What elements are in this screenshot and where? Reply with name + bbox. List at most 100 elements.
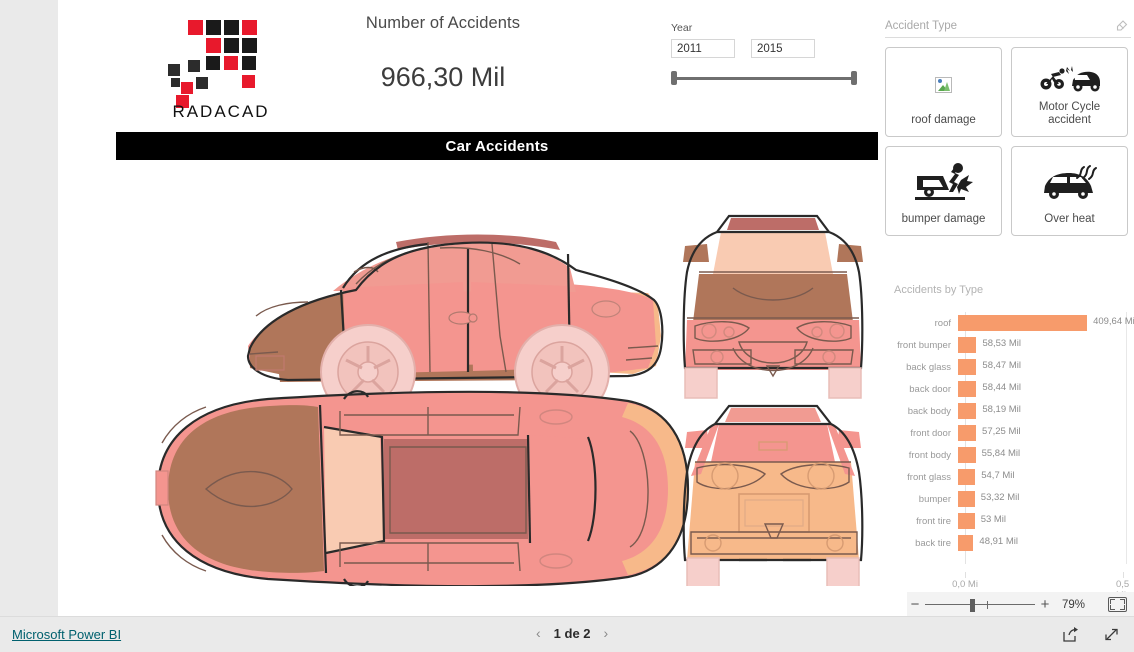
chart-bar-value: 58,19 Mil [982,404,1021,415]
tile-label: bumper damage [901,213,986,225]
car-views-svg: .ol{stroke:#2a2a2a;stroke-width:2.2;fill… [155,214,864,591]
slider-handle-min[interactable] [671,71,677,85]
kpi-value: 966,30 Mil [380,62,506,92]
chart-bar-row[interactable]: roof 409,64 Mil [894,312,1134,334]
chart-bar-track: 55,84 Mil [958,444,1132,466]
chart-bar[interactable] [958,425,977,441]
slider-handle-max[interactable] [851,71,857,85]
chart-bar[interactable] [958,469,976,485]
page-indicator: 1 de 2 [553,625,591,641]
chevron-left-icon[interactable]: ‹ [536,625,541,641]
zoom-slider-notch [987,600,988,609]
tile-bumper-damage[interactable]: bumper damage [885,146,1002,236]
accident-type-title: Accident Type [885,20,958,32]
bumper-crash-icon [890,155,997,213]
logo-mark [126,12,316,108]
chart-bar[interactable] [958,381,977,397]
chart-bar[interactable] [958,447,976,463]
chart-bar-value: 58,53 Mil [982,338,1021,349]
car-top-view [155,390,690,588]
chart-axis-tick [965,572,966,578]
year-from-input[interactable]: 2011 [671,39,735,58]
year-to-input[interactable]: 2015 [751,39,815,58]
accident-type-tiles: roof damage Motor Cycle accident bumper … [885,47,1131,236]
chart-bar-track: 58,44 Mil [958,378,1132,400]
chart-bars: roof 409,64 Mil front bumper 58,53 Mil back … [894,312,1134,554]
chart-bar[interactable] [958,337,977,353]
accident-type-slicer[interactable]: Accident Type roof damage Motor Cycle ac… [885,20,1131,240]
chart-bar[interactable] [958,359,977,375]
chart-bar[interactable] [958,535,974,551]
chart-bar-row[interactable]: bumper 53,32 Mil [894,488,1132,510]
tile-label: roof damage [911,114,976,126]
broken-image-icon [890,56,997,114]
chart-bar-row[interactable]: back body 58,19 Mil [894,400,1132,422]
car-rear-view [682,404,864,591]
chevron-right-icon[interactable]: › [604,625,609,641]
chart-bar-track: 58,47 Mil [958,356,1132,378]
chart-bar-row[interactable]: front glass 54,7 Mil [894,466,1132,488]
chart-bar[interactable] [958,403,977,419]
year-range-slider[interactable] [671,71,857,85]
car-overheat-icon [1016,155,1123,213]
zoom-out-button[interactable]: − [907,597,923,612]
chart-category-label: roof [934,317,951,329]
chart-category-label: front door [910,427,951,439]
chart-category-label: back glass [906,361,951,373]
chart-bar-track: 58,19 Mil [958,400,1132,422]
chart-bar-track: 54,7 Mil [958,466,1132,488]
power-bi-report-viewer: RADACAD Number of Accidents 966,30 Mil Y… [0,0,1134,652]
chart-bar-row[interactable]: front tire 53 Mil [894,510,1132,532]
tile-roof-damage[interactable]: roof damage [885,47,1002,137]
year-slicer[interactable]: Year 2011 2015 [671,22,871,94]
chart-bar-track: 53,32 Mil [958,488,1132,510]
chart-axis-tick [1122,572,1124,578]
radacad-logo: RADACAD [126,12,316,122]
chart-bar-row[interactable]: back tire 48,91 Mil [894,532,1132,554]
car-accidents-title: Car Accidents [116,132,878,160]
chart-bar-value: 409,64 Mil [1093,316,1134,327]
chart-bar-value: 58,44 Mil [982,382,1021,393]
share-icon[interactable] [1062,626,1079,643]
chart-bar[interactable] [958,491,975,507]
chart-category-label: back door [909,383,951,395]
chart-bar-row[interactable]: back glass 58,47 Mil [894,356,1132,378]
kpi-card: Number of Accidents 966,30 Mil [308,14,578,124]
accidents-by-type-chart[interactable]: Accidents by Type roof 409,64 Mil front bu… [894,284,1134,601]
chart-category-label: front body [908,449,951,461]
powerbi-brand-link[interactable]: Microsoft Power BI [12,627,121,642]
chart-bar-value: 53,32 Mil [980,492,1020,503]
chart-bar-value: 57,25 Mil [982,426,1021,437]
chart-category-label: front glass [907,471,951,483]
chart-category-label: back tire [915,537,951,549]
chart-bar-row[interactable]: front bumper 58,53 Mil [894,334,1132,356]
car-damage-synoptic-panel[interactable]: .ol{stroke:#2a2a2a;stroke-width:2.2;fill… [128,196,868,591]
tile-motorcycle-accident[interactable]: Motor Cycle accident [1011,47,1128,137]
chart-bar[interactable] [958,315,1088,331]
tile-over-heat[interactable]: Over heat [1011,146,1128,236]
eraser-icon[interactable] [1115,19,1129,33]
chart-category-label: front tire [916,515,951,527]
fullscreen-icon[interactable] [1103,626,1120,643]
zoom-slider-handle[interactable] [970,598,975,612]
chart-axis-labels: 0,0 Mi0,5 Mi [894,572,1132,601]
chart-bar-row[interactable]: front body 55,84 Mil [894,444,1132,466]
footer-actions [1062,626,1120,643]
chart-bar-value: 53 Mil [980,514,1007,525]
zoom-in-button[interactable]: + [1037,597,1053,612]
chart-bar-row[interactable]: back door 58,44 Mil [894,378,1132,400]
logo-wordmark: RADACAD [172,102,270,121]
chart-category-label: bumper [918,493,951,505]
chart-bar[interactable] [958,513,975,529]
chart-bar-track: 48,91 Mil [958,532,1132,554]
fit-to-page-icon[interactable] [1108,597,1127,612]
zoom-slider[interactable] [925,598,1035,612]
slider-track-line [675,77,853,80]
chart-bar-value: 48,91 Mil [979,536,1018,547]
chart-axis-tick-label: 0,0 Mi [952,579,978,590]
tile-label: Over heat [1044,213,1095,225]
year-slicer-label: Year [671,22,693,34]
chart-bar-row[interactable]: front door 57,25 Mil [894,422,1132,444]
chart-bar-track: 53 Mil [958,510,1132,532]
chart-bar-value: 58,47 Mil [982,360,1021,371]
